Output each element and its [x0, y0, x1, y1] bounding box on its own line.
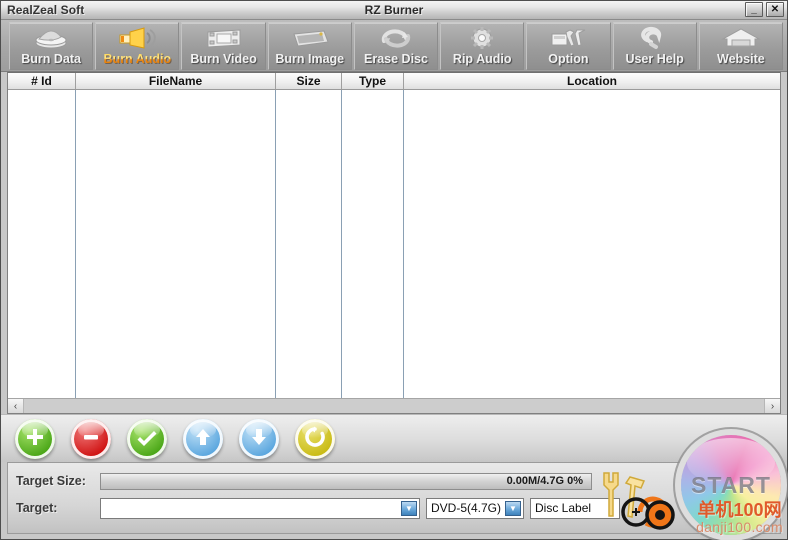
start-button-label: START [691, 471, 771, 498]
scroll-left-icon[interactable]: ‹ [8, 399, 24, 413]
main-toolbar: Burn Data Burn Audio Burn Video Burn Ima… [1, 20, 787, 72]
file-list-header: # Id FileName Size Type Location [8, 73, 780, 90]
toolbar-label: Burn Audio [103, 51, 172, 66]
column-header-size[interactable]: Size [276, 73, 342, 89]
toolbar-button-burn-image[interactable]: Burn Image [267, 21, 352, 70]
target-device-combobox[interactable]: ▼ [100, 497, 420, 519]
toolbar-label: Erase Disc [364, 51, 428, 66]
target-size-progressbar: 0.00M/4.7G 0% [100, 472, 592, 490]
wrench-tools-icon [527, 25, 609, 51]
minus-icon [80, 426, 102, 452]
refresh-button[interactable] [295, 418, 335, 459]
question-swirl-icon [614, 25, 696, 51]
window-title: RZ Burner [364, 3, 424, 17]
application-window: RealZeal Soft RZ Burner _ ✕ Burn Data Bu… [0, 0, 788, 540]
toolbar-button-erase-disc[interactable]: Erase Disc [353, 21, 439, 70]
list-column-location [404, 90, 780, 398]
column-header-location[interactable]: Location [404, 73, 780, 89]
remove-file-button[interactable] [71, 418, 111, 459]
chevron-down-icon[interactable]: ▼ [401, 500, 417, 516]
scroll-right-icon[interactable]: › [764, 399, 780, 413]
action-button-bar [1, 414, 787, 462]
film-strip-icon [182, 25, 264, 51]
toolbar-label: Website [717, 51, 765, 66]
column-header-type[interactable]: Type [342, 73, 404, 89]
toolbar-button-burn-data[interactable]: Burn Data [9, 21, 94, 70]
app-name-label: RealZeal Soft [7, 3, 85, 17]
toolbar-label: Burn Video [190, 51, 257, 66]
toolbar-label: Option [548, 51, 589, 66]
audio-speaker-icon [96, 25, 178, 51]
refresh-icon [304, 426, 326, 452]
add-files-button[interactable] [15, 418, 55, 459]
toolbar-button-website[interactable]: Website [698, 21, 783, 70]
check-icon [136, 426, 158, 452]
disc-label-input[interactable]: Disc Label [530, 497, 620, 519]
file-list: # Id FileName Size Type Location ‹ › [7, 72, 781, 414]
toolbar-button-option[interactable]: Option [526, 21, 611, 70]
home-icon [700, 25, 782, 51]
move-up-button[interactable] [183, 418, 223, 459]
list-column-id [8, 90, 76, 398]
toolbar-label: Rip Audio [452, 51, 512, 66]
close-button[interactable]: ✕ [766, 2, 784, 17]
image-disc-icon [269, 25, 351, 51]
arrow-up-icon [192, 426, 214, 452]
list-column-type [342, 90, 404, 398]
confirm-button[interactable] [127, 418, 167, 459]
target-size-row: Target Size: 0.00M/4.7G 0% [16, 469, 772, 493]
progress-text: 0.00M/4.7G 0% [506, 475, 583, 487]
toolbar-label: Burn Image [275, 51, 345, 66]
target-label: Target: [16, 501, 58, 515]
minimize-button[interactable]: _ [745, 2, 763, 17]
toolbar-button-burn-audio[interactable]: Burn Audio [95, 21, 180, 70]
toolbar-label: Burn Data [21, 51, 81, 66]
toolbar-button-rip-audio[interactable]: Rip Audio [440, 21, 525, 70]
title-bar[interactable]: RealZeal Soft RZ Burner _ ✕ [1, 1, 787, 20]
toolbar-button-burn-video[interactable]: Burn Video [181, 21, 266, 70]
list-column-filename [76, 90, 276, 398]
bottom-panel: Target Size: 0.00M/4.7G 0% Target: ▼ DVD… [7, 462, 781, 534]
disc-type-value: DVD-5(4.7G) [431, 501, 502, 515]
arrow-down-icon [248, 426, 270, 452]
gear-disc-icon [441, 25, 523, 51]
column-header-id[interactable]: # Id [8, 73, 76, 89]
scrollbar-track[interactable] [24, 399, 764, 413]
file-list-body[interactable] [8, 90, 780, 398]
column-header-filename[interactable]: FileName [76, 73, 276, 89]
move-down-button[interactable] [239, 418, 279, 459]
recycle-arrows-icon [355, 25, 437, 51]
window-controls: _ ✕ [745, 2, 784, 17]
start-button[interactable]: START [681, 435, 781, 535]
chevron-down-icon-disc[interactable]: ▼ [505, 500, 521, 516]
toolbar-label: User Help [625, 51, 684, 66]
disc-label-value: Disc Label [535, 501, 592, 515]
disc-type-combobox[interactable]: DVD-5(4.7G) ▼ [426, 497, 524, 519]
disc-stack-icon [10, 25, 92, 51]
target-size-label: Target Size: [16, 474, 86, 488]
plus-icon [24, 426, 46, 452]
burner-logo-icon [610, 491, 684, 533]
horizontal-scrollbar[interactable]: ‹ › [8, 398, 780, 413]
list-column-size [276, 90, 342, 398]
toolbar-button-user-help[interactable]: User Help [612, 21, 697, 70]
